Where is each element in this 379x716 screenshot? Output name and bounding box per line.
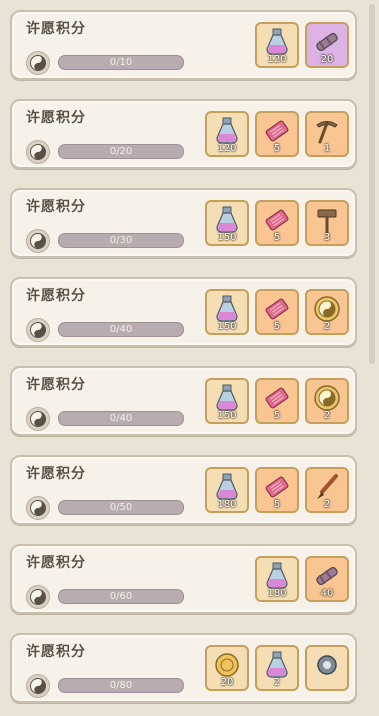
reward-items: 180 5 2 xyxy=(205,467,349,513)
row-title: 许愿积分 xyxy=(26,377,86,393)
reward-item[interactable]: 180 xyxy=(255,556,299,602)
reward-items: 120 20 xyxy=(255,22,349,68)
reward-item[interactable]: 120 xyxy=(205,111,249,157)
progress-text: 0/80 xyxy=(109,680,133,691)
reward-quantity: 20 xyxy=(320,54,334,65)
reward-quantity: 5 xyxy=(273,321,281,332)
reward-row: 许愿积分 0/40 150 5 2 xyxy=(10,277,357,347)
progress-text: 0/30 xyxy=(109,235,133,246)
reward-row: 许愿积分 0/80 20 2 xyxy=(10,633,357,703)
progress-bar: 0/30 xyxy=(58,233,184,248)
yinyang-icon xyxy=(26,407,50,431)
reward-items: 180 40 xyxy=(255,556,349,602)
reward-quantity: 5 xyxy=(273,143,281,154)
reward-quantity: 120 xyxy=(267,54,287,65)
reward-items: 120 5 1 xyxy=(205,111,349,157)
reward-item[interactable]: 40 xyxy=(305,556,349,602)
reward-quantity: 40 xyxy=(320,588,334,599)
row-title: 许愿积分 xyxy=(26,21,86,37)
reward-quantity: 150 xyxy=(217,410,237,421)
reward-item[interactable]: 150 xyxy=(205,289,249,335)
reward-quantity: 180 xyxy=(267,588,287,599)
reward-row: 许愿积分 0/60 180 40 xyxy=(10,544,357,614)
reward-item[interactable]: 1 xyxy=(305,111,349,157)
progress-bar: 0/40 xyxy=(58,411,184,426)
reward-item[interactable]: 2 xyxy=(305,289,349,335)
reward-quantity: 150 xyxy=(217,232,237,243)
progress-text: 0/40 xyxy=(109,413,133,424)
reward-item[interactable]: 5 xyxy=(255,200,299,246)
reward-row: 许愿积分 0/30 150 5 3 xyxy=(10,188,357,258)
reward-quantity: 5 xyxy=(273,499,281,510)
reward-quantity: 2 xyxy=(273,677,281,688)
reward-item[interactable]: 5 xyxy=(255,378,299,424)
progress-bar: 0/50 xyxy=(58,500,184,515)
reward-items: 20 2 xyxy=(205,645,349,691)
reward-item[interactable]: 5 xyxy=(255,111,299,157)
yinyang-icon xyxy=(26,140,50,164)
reward-quantity: 2 xyxy=(323,499,331,510)
reward-item[interactable]: 2 xyxy=(305,378,349,424)
reward-items: 150 5 2 xyxy=(205,289,349,335)
reward-items: 150 5 2 xyxy=(205,378,349,424)
gear-icon xyxy=(312,647,342,684)
progress-text: 0/20 xyxy=(109,146,133,157)
row-title: 许愿积分 xyxy=(26,466,86,482)
reward-item[interactable]: 150 xyxy=(205,378,249,424)
reward-item[interactable]: 120 xyxy=(255,22,299,68)
reward-quantity: 180 xyxy=(217,499,237,510)
reward-quantity: 5 xyxy=(273,232,281,243)
yinyang-icon xyxy=(26,318,50,342)
yinyang-icon xyxy=(26,585,50,609)
reward-items: 150 5 3 xyxy=(205,200,349,246)
yinyang-icon xyxy=(26,51,50,75)
reward-row: 许愿积分 0/50 180 5 2 xyxy=(10,455,357,525)
reward-item[interactable]: 180 xyxy=(205,467,249,513)
reward-item[interactable]: 5 xyxy=(255,289,299,335)
progress-bar: 0/60 xyxy=(58,589,184,604)
yinyang-icon xyxy=(26,674,50,698)
reward-quantity: 1 xyxy=(323,143,331,154)
reward-item[interactable]: 5 xyxy=(255,467,299,513)
reward-quantity: 2 xyxy=(323,410,331,421)
progress-bar: 0/10 xyxy=(58,55,184,70)
row-title: 许愿积分 xyxy=(26,110,86,126)
reward-quantity: 2 xyxy=(323,321,331,332)
reward-item[interactable]: 2 xyxy=(255,645,299,691)
progress-bar: 0/40 xyxy=(58,322,184,337)
reward-item[interactable] xyxy=(305,645,349,691)
reward-quantity: 120 xyxy=(217,143,237,154)
reward-item[interactable]: 20 xyxy=(305,22,349,68)
progress-text: 0/10 xyxy=(109,57,133,68)
wish-points-reward-list[interactable]: 许愿积分 0/10 120 20 许愿积分 0/20 120 5 1 许愿积分 0/3… xyxy=(0,0,379,716)
reward-row: 许愿积分 0/40 150 5 2 xyxy=(10,366,357,436)
row-title: 许愿积分 xyxy=(26,199,86,215)
progress-text: 0/50 xyxy=(109,502,133,513)
reward-quantity: 20 xyxy=(220,677,234,688)
yinyang-icon xyxy=(26,229,50,253)
reward-quantity: 5 xyxy=(273,410,281,421)
row-title: 许愿积分 xyxy=(26,288,86,304)
reward-row: 许愿积分 0/10 120 20 xyxy=(10,10,357,80)
reward-item[interactable]: 150 xyxy=(205,200,249,246)
reward-quantity: 3 xyxy=(323,232,331,243)
row-title: 许愿积分 xyxy=(26,644,86,660)
progress-bar: 0/80 xyxy=(58,678,184,693)
scrollbar[interactable] xyxy=(369,4,375,364)
reward-item[interactable]: 2 xyxy=(305,467,349,513)
reward-quantity: 150 xyxy=(217,321,237,332)
progress-text: 0/40 xyxy=(109,324,133,335)
reward-item[interactable]: 3 xyxy=(305,200,349,246)
progress-text: 0/60 xyxy=(109,591,133,602)
progress-bar: 0/20 xyxy=(58,144,184,159)
reward-row: 许愿积分 0/20 120 5 1 xyxy=(10,99,357,169)
reward-item[interactable]: 20 xyxy=(205,645,249,691)
yinyang-icon xyxy=(26,496,50,520)
row-title: 许愿积分 xyxy=(26,555,86,571)
